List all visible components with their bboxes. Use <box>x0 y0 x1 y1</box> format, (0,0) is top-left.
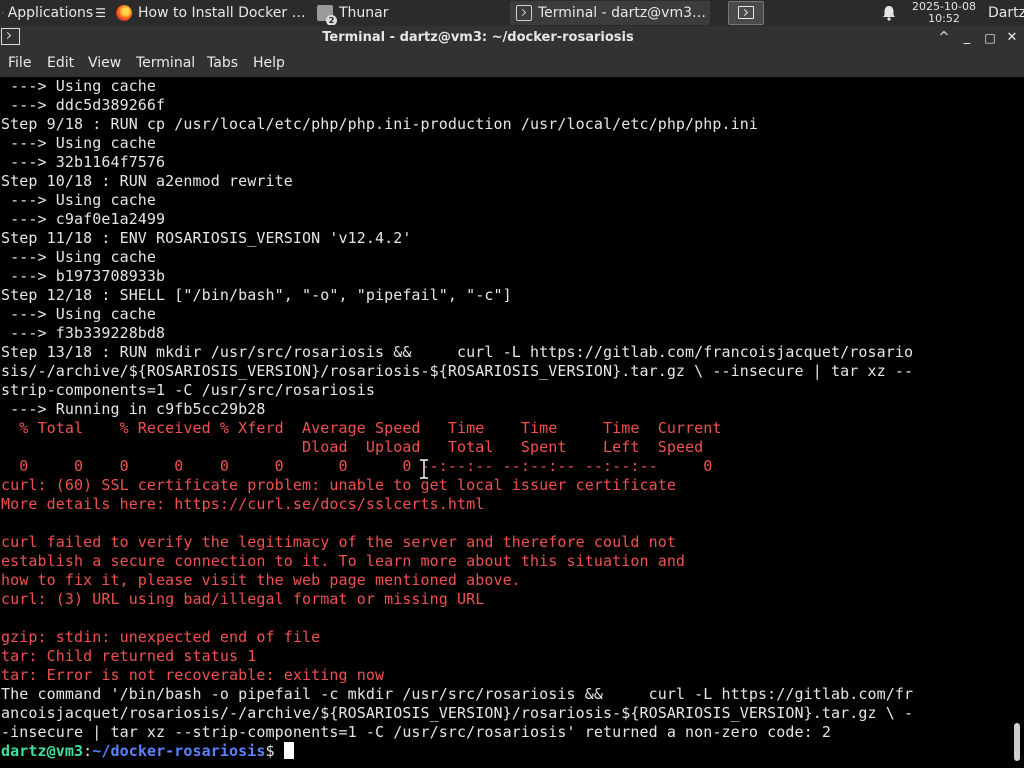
terminal-line: Step 13/18 : RUN mkdir /usr/src/rosarios… <box>1 343 914 361</box>
terminal-line: Dload Upload Total Spent Left Speed <box>1 438 704 456</box>
terminal-line: gzip: stdin: unexpected end of file <box>1 628 321 646</box>
terminal-line: curl: (3) URL using bad/illegal format o… <box>1 590 485 608</box>
terminal-line: sis/-/archive/${ROSARIOSIS_VERSION}/rosa… <box>1 362 914 380</box>
terminal-line: -insecure | tar xz --strip-components=1 … <box>1 723 831 741</box>
terminal-line: how to fix it, please visit the web page… <box>1 571 521 589</box>
close-button[interactable]: ✕ <box>1003 29 1021 47</box>
task-label: How to Install Docker o... <box>138 5 306 21</box>
terminal-line: ---> Using cache <box>1 248 157 266</box>
menu-lines-icon: ☰ <box>95 6 106 20</box>
task-label: Thunar <box>339 5 389 21</box>
firefox-icon <box>116 5 132 21</box>
terminal-line: 0 0 0 0 0 0 0 0 --:--:-- --:--:-- --:--:… <box>1 457 713 475</box>
terminal-line: establish a secure connection to it. To … <box>1 552 686 570</box>
terminal-line: ---> Using cache <box>1 191 157 209</box>
task-thunar[interactable]: 2 Thunar <box>311 1 507 25</box>
menu-edit[interactable]: Edit <box>47 50 74 77</box>
terminal-launcher-button[interactable] <box>728 1 764 25</box>
clock-time: 10:52 <box>928 12 960 25</box>
terminal-scrollbar[interactable] <box>1010 77 1024 768</box>
terminal-line: More details here: https://curl.se/docs/… <box>1 495 485 513</box>
menu-tabs[interactable]: Tabs <box>207 50 238 77</box>
clock[interactable]: 2025-10-08 10:52 <box>905 1 983 25</box>
maximize-up-button[interactable]: ^ <box>935 29 953 47</box>
terminal-line: curl: (60) SSL certificate problem: unab… <box>1 476 676 494</box>
command-prompt[interactable]: dartz@vm3:~/docker-rosariosis$ <box>1 742 294 761</box>
terminal-line: The command '/bin/bash -o pipefail -c mk… <box>1 685 914 703</box>
terminal-line: Step 11/18 : ENV ROSARIOSIS_VERSION 'v12… <box>1 229 412 247</box>
terminal-line: curl failed to verify the legitimacy of … <box>1 533 676 551</box>
prompt-path: ~/docker-rosariosis <box>92 742 266 760</box>
applications-menu-button[interactable]: Applications ☰ <box>0 0 106 26</box>
window-count-badge: 2 <box>326 15 337 25</box>
task-firefox[interactable]: How to Install Docker o... <box>110 1 306 25</box>
window-title: Terminal - dartz@vm3: ~/docker-rosariosi… <box>322 30 634 45</box>
terminal-line: tar: Error is not recoverable: exiting n… <box>1 666 385 684</box>
xfce-mouse-logo-icon <box>2 12 4 14</box>
terminal-output[interactable]: ---> Using cache ---> ddc5d389266f Step 9… <box>0 77 1010 768</box>
terminal-line: ---> ddc5d389266f <box>1 96 166 114</box>
menu-bar: File Edit View Terminal Tabs Help <box>0 50 1024 77</box>
terminal-line: ---> f3b339228bd8 <box>1 324 166 342</box>
scrollbar-thumb[interactable] <box>1014 723 1020 761</box>
task-label: Terminal - dartz@vm3: ... <box>538 5 710 21</box>
terminal-line: Step 9/18 : RUN cp /usr/local/etc/php/ph… <box>1 115 759 133</box>
terminal-icon <box>516 5 532 21</box>
terminal-line: ---> b1973708933b <box>1 267 166 285</box>
folder-icon: 2 <box>317 5 337 25</box>
terminal-line: ancoisjacquet/rosariosis/-/archive/${ROS… <box>1 704 914 722</box>
prompt-separator: : <box>83 742 93 760</box>
menu-view[interactable]: View <box>88 50 121 77</box>
restore-button[interactable]: □ <box>981 29 999 47</box>
terminal-line: ---> 32b1164f7576 <box>1 153 166 171</box>
notification-bell-icon[interactable] <box>880 4 898 22</box>
menu-help[interactable]: Help <box>253 50 285 77</box>
minimize-button[interactable]: _ <box>958 29 976 47</box>
terminal-line: strip-components=1 -C /usr/src/rosariosi… <box>1 381 375 399</box>
terminal-line: ---> Using cache <box>1 77 157 95</box>
task-terminal[interactable]: Terminal - dartz@vm3: ... <box>510 1 710 25</box>
terminal-line: ---> Running in c9fb5cc29b28 <box>1 400 266 418</box>
window-titlebar[interactable]: Terminal - dartz@vm3: ~/docker-rosariosi… <box>0 26 1024 50</box>
terminal-line: ---> Using cache <box>1 134 157 152</box>
terminal-line: ---> Using cache <box>1 305 157 323</box>
prompt-user-host: dartz@vm3 <box>1 742 84 760</box>
menu-file[interactable]: File <box>8 50 31 77</box>
terminal-line: Step 10/18 : RUN a2enmod rewrite <box>1 172 293 190</box>
taskbar: Applications ☰ How to Install Docker o..… <box>0 0 1024 26</box>
text-cursor <box>283 742 294 759</box>
user-menu[interactable]: Dartz <box>988 0 1024 26</box>
terminal-line: % Total % Received % Xferd Average Speed… <box>1 419 722 437</box>
mouse-ibeam-cursor-icon <box>420 459 428 479</box>
terminal-line: tar: Child returned status 1 <box>1 647 257 665</box>
prompt-symbol: $ <box>265 742 284 760</box>
applications-label: Applications <box>7 5 94 21</box>
terminal-line: ---> c9af0e1a2499 <box>1 210 166 228</box>
terminal-line: Step 12/18 : SHELL ["/bin/bash", "-o", "… <box>1 286 512 304</box>
menu-terminal[interactable]: Terminal <box>136 50 195 77</box>
